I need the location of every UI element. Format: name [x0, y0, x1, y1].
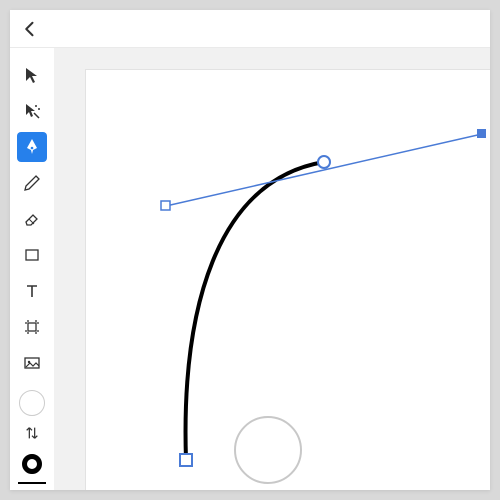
swap-fill-stroke-icon[interactable] [23, 424, 41, 442]
artboard-tool[interactable] [17, 312, 47, 342]
artboard[interactable] [86, 70, 490, 490]
rectangle-tool[interactable] [17, 240, 47, 270]
eraser-tool[interactable] [17, 204, 47, 234]
touch-indicator-ring [234, 416, 302, 484]
canvas-area[interactable] [54, 48, 490, 490]
control-handle-start[interactable] [161, 201, 170, 210]
app-frame [10, 10, 490, 490]
anchor-smooth[interactable] [318, 156, 330, 168]
stroke-color-swatch[interactable] [22, 454, 42, 474]
place-image-tool[interactable] [17, 348, 47, 378]
pen-tool[interactable] [17, 132, 47, 162]
text-tool[interactable] [17, 276, 47, 306]
back-button[interactable] [20, 19, 40, 39]
anchor-start[interactable] [180, 454, 192, 466]
pencil-tool[interactable] [17, 168, 47, 198]
select-tool[interactable] [17, 60, 47, 90]
toolbar [10, 48, 54, 490]
direct-select-tool[interactable] [17, 96, 47, 126]
anchor-end-handle[interactable] [477, 129, 486, 138]
fill-color-swatch[interactable] [19, 390, 45, 416]
header-bar [10, 10, 490, 48]
stroke-indicator [18, 482, 46, 484]
